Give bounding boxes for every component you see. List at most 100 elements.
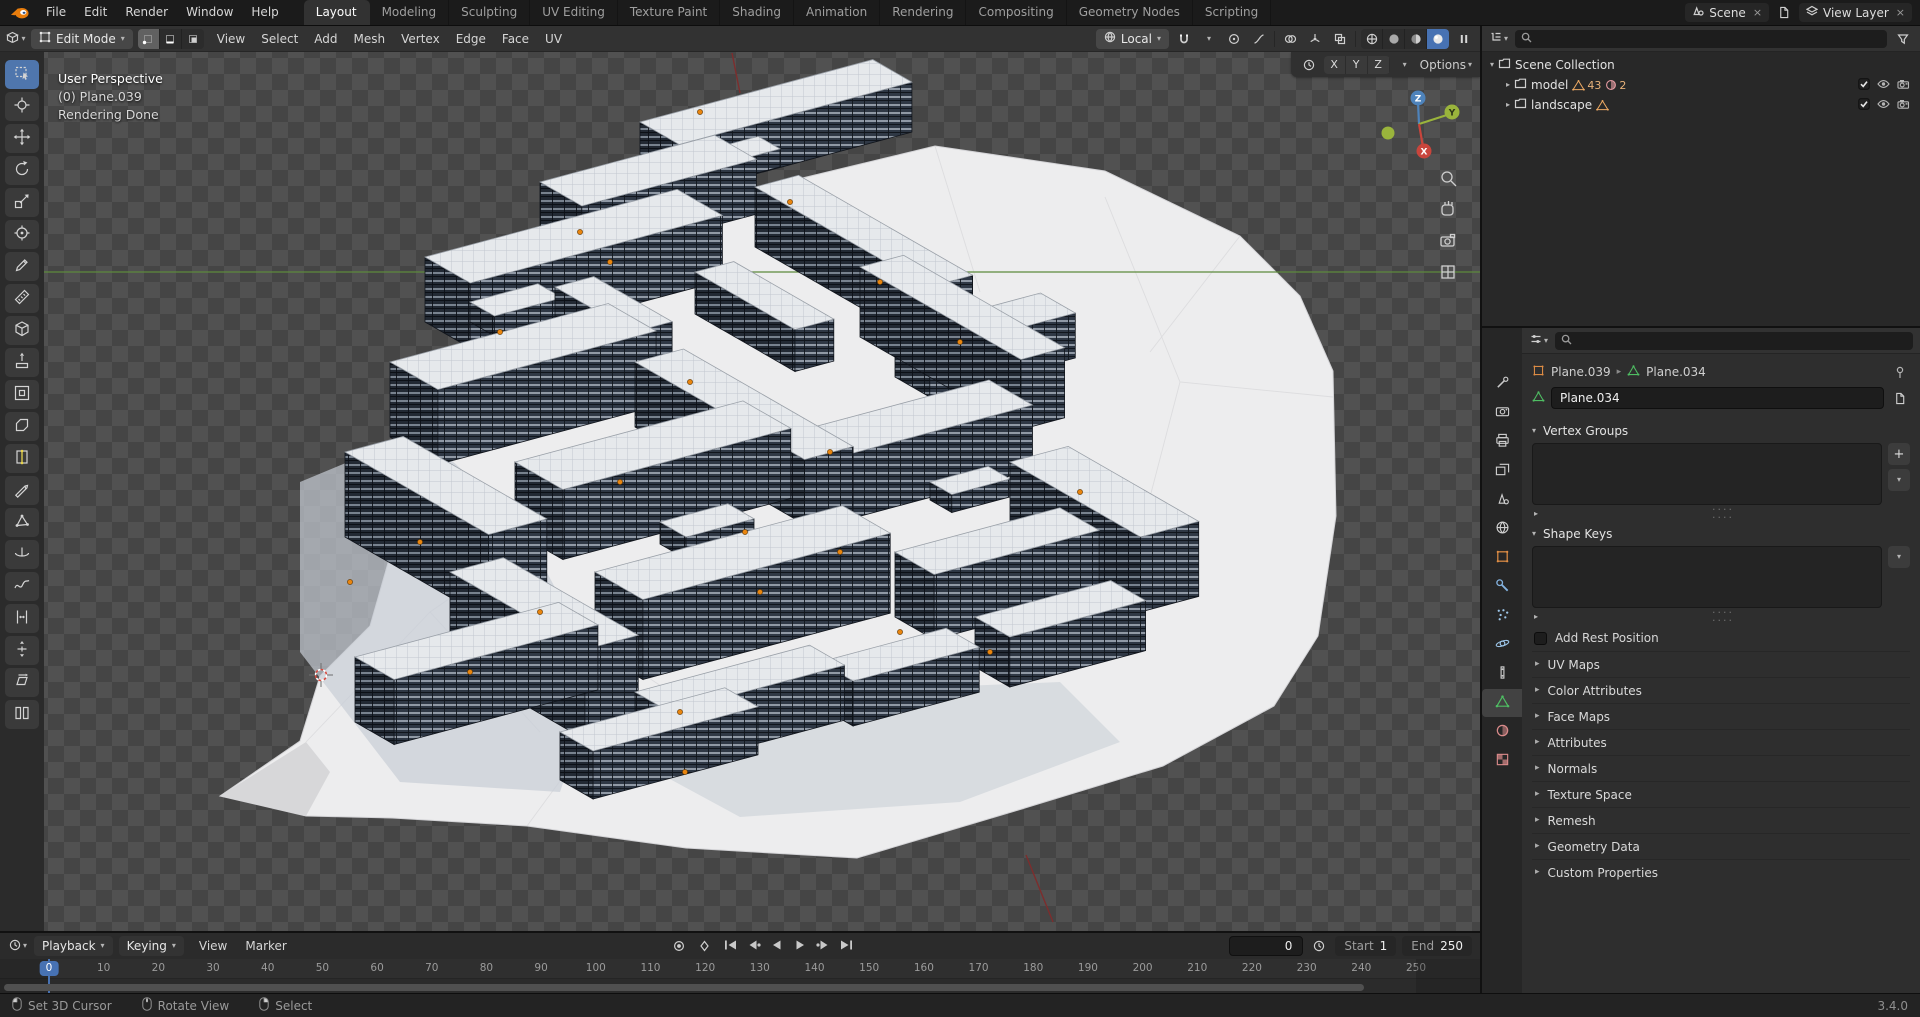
tool-inset-faces-button[interactable] [5,380,39,409]
keying-dropdown[interactable]: Keying ▾ [118,936,184,956]
overlays-dropdown[interactable] [1330,29,1350,49]
properties-tab-output[interactable] [1482,428,1522,456]
workspace-tab-uv-editing[interactable]: UV Editing [530,0,618,25]
shading-rendered-button[interactable] [1427,28,1449,49]
mirror-options-button[interactable]: ▾ [1395,55,1415,75]
play-button[interactable] [790,937,811,955]
properties-tab-render[interactable] [1482,399,1522,427]
panel-geometry-data[interactable]: ▸ Geometry Data [1532,833,1910,859]
disable-in-renders-icon[interactable] [1897,98,1910,113]
timeline-scrollbar[interactable] [4,984,1364,991]
viewport-menu-view[interactable]: View [209,27,253,51]
timeline-editor-type-button[interactable]: ▾ [8,936,28,956]
menu-file[interactable]: File [37,0,75,25]
jump-to-start-button[interactable] [721,937,742,955]
mirror-x-toggle[interactable]: X [1323,55,1346,74]
properties-tab-object[interactable] [1482,544,1522,572]
workspace-tab-modeling[interactable]: Modeling [370,0,450,25]
tool-cursor-3d-button[interactable] [5,92,39,121]
viewport-menu-mesh[interactable]: Mesh [346,27,394,51]
tool-extrude-region-button[interactable] [5,348,39,377]
editor-type-button[interactable]: ▾ [6,29,26,49]
stopwatch-icon[interactable] [1299,55,1319,75]
tool-smooth-button[interactable] [5,572,39,601]
workspace-tab-rendering[interactable]: Rendering [880,0,967,25]
viewport-3d[interactable]: ▾ Edit Mode ▾ View Select Add Mesh Vertex Edg… [0,26,1480,931]
tool-tweak-button[interactable] [5,60,39,89]
add-vertex-group-button[interactable]: + [1888,443,1910,465]
pin-id-button[interactable] [1890,362,1910,382]
disable-in-renders-icon[interactable] [1897,78,1910,93]
viewport-menu-add[interactable]: Add [306,27,345,51]
viewport-menu-face[interactable]: Face [494,27,537,51]
timeline-menu-marker[interactable]: Marker [236,934,295,959]
frame-end-field[interactable]: End 250 [1402,936,1473,956]
navigation-gizmo[interactable]: Z Y X [1381,90,1460,159]
exclude-checkbox[interactable] [1858,77,1870,93]
menu-help[interactable]: Help [242,0,287,25]
shading-solid-button[interactable] [1383,28,1405,49]
shape-keys-panel-header[interactable]: ▾ Shape Keys [1532,522,1910,546]
tool-move-button[interactable] [5,124,39,153]
auto-keying-button[interactable] [669,936,689,956]
vertex-select-button[interactable] [137,28,160,49]
timeline-ruler[interactable]: 0 10 20 30 40 50 60 70 80 90 100 110 120 130 140 150 160… [0,959,1480,979]
face-select-button[interactable] [181,28,204,49]
exclude-checkbox[interactable] [1858,97,1870,113]
workspace-tab-animation[interactable]: Animation [794,0,881,25]
shading-material-button[interactable] [1405,28,1427,49]
tool-spin-button[interactable] [5,540,39,569]
outliner-row-scene-collection[interactable]: ▾ Scene Collection [1482,55,1920,75]
new-scene-button[interactable] [1774,3,1794,23]
tool-knife-button[interactable] [5,476,39,505]
shape-key-specials-button[interactable]: ▾ [1888,546,1910,568]
add-rest-position-checkbox[interactable] [1534,631,1547,645]
tool-scale-button[interactable] [5,188,39,217]
scene-selector[interactable]: Scene × [1685,3,1770,22]
tool-add-cube-button[interactable] [5,316,39,345]
properties-tab-texture[interactable] [1482,747,1522,775]
view-layer-selector[interactable]: View Layer × [1799,3,1912,22]
properties-tab-tool[interactable] [1482,370,1522,398]
panel-uv-maps[interactable]: ▸ UV Maps [1532,651,1910,677]
tool-shear-button[interactable] [5,668,39,697]
properties-tab-constraints[interactable] [1482,660,1522,688]
blender-logo-icon[interactable] [0,0,37,25]
snap-toggle-button[interactable] [1174,29,1194,49]
tool-poly-build-button[interactable] [5,508,39,537]
viewport-canvas[interactable]: ZYX [0,52,1480,931]
previous-keyframe-button[interactable] [744,937,765,955]
render-pause-button[interactable] [1454,29,1474,49]
shape-keys-list[interactable] [1532,546,1882,608]
shading-wireframe-button[interactable] [1361,28,1383,49]
viewport-menu-vertex[interactable]: Vertex [393,27,448,51]
properties-tab-physics[interactable] [1482,631,1522,659]
properties-tab-object-data[interactable] [1482,689,1522,717]
menu-render[interactable]: Render [116,0,177,25]
tool-shrink-fatten-button[interactable] [5,636,39,665]
gizmos-dropdown[interactable] [1305,29,1325,49]
expand-icon[interactable]: ▸ [1506,81,1510,89]
hide-in-viewport-icon[interactable] [1877,98,1890,113]
fake-user-button[interactable] [1890,388,1910,408]
tool-rotate-button[interactable] [5,156,39,185]
panel-face-maps[interactable]: ▸ Face Maps [1532,703,1910,729]
options-button[interactable]: Options ▾ [1420,55,1472,75]
edge-select-button[interactable] [159,28,182,49]
properties-search-input[interactable] [1555,331,1913,350]
outliner-row-model[interactable]: ▸ model 43 2 [1482,75,1920,95]
menu-edit[interactable]: Edit [75,0,116,25]
view-layer-remove-icon[interactable]: × [1896,6,1905,19]
breadcrumb-object[interactable]: Plane.039 [1551,365,1611,379]
timeline-body[interactable]: 0 10 20 30 40 50 60 70 80 90 100 110 120 130 140 150 160… [0,959,1480,993]
workspace-tab-sculpting[interactable]: Sculpting [449,0,531,25]
panel-custom-properties[interactable]: ▸ Custom Properties [1532,859,1910,885]
properties-tab-material[interactable] [1482,718,1522,746]
mode-dropdown[interactable]: Edit Mode ▾ [31,28,133,49]
jump-to-end-button[interactable] [836,937,857,955]
falloff-dropdown[interactable] [1249,29,1269,49]
scene-unlink-icon[interactable]: × [1753,6,1762,19]
outliner-filter-button[interactable] [1893,29,1913,49]
workspace-tab-geometry-nodes[interactable]: Geometry Nodes [1067,0,1193,25]
vertex-groups-panel-header[interactable]: ▾ Vertex Groups [1532,419,1910,443]
